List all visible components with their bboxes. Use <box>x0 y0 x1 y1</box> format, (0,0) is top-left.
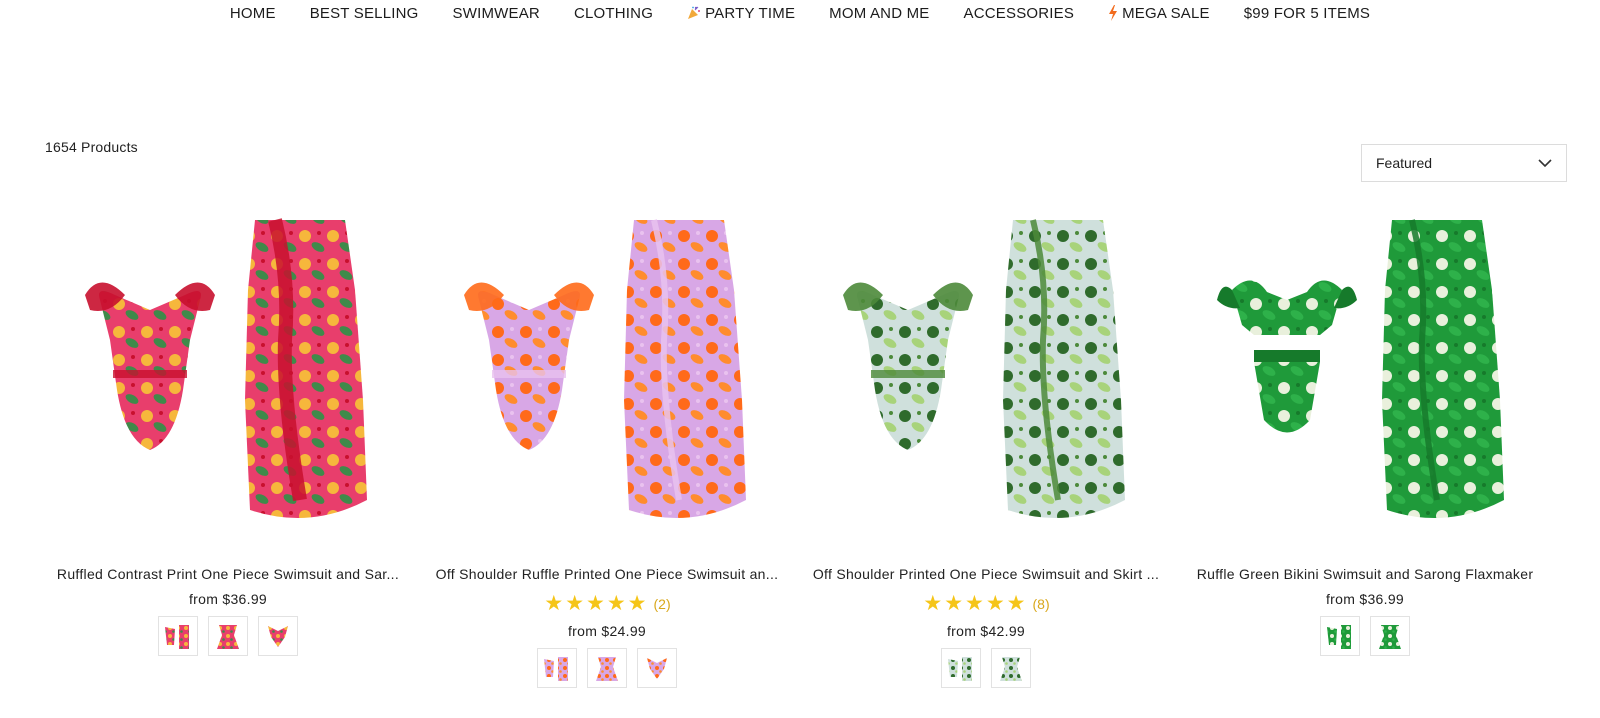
sort-selected-value: Featured <box>1376 155 1433 171</box>
review-count[interactable]: (2) <box>654 596 671 612</box>
product-title[interactable]: Ruffled Contrast Print One Piece Swimsui… <box>45 566 411 582</box>
product-image[interactable] <box>45 200 411 556</box>
variant-swatch[interactable] <box>991 648 1031 688</box>
product-card[interactable]: Ruffled Contrast Print One Piece Swimsui… <box>45 200 411 656</box>
nav-label: SWIMWEAR <box>452 4 540 22</box>
nav-label: ACCESSORIES <box>963 4 1075 22</box>
variant-swatch[interactable] <box>1320 616 1360 656</box>
sort-dropdown[interactable]: Featured <box>1361 144 1567 182</box>
chevron-down-icon <box>1538 158 1552 168</box>
nav-mega-sale[interactable]: MEGA SALE <box>1108 2 1210 24</box>
nav-mom-and-me[interactable]: MOM AND ME <box>829 2 929 24</box>
product-image[interactable] <box>803 200 1169 556</box>
variant-swatch[interactable] <box>941 648 981 688</box>
product-title[interactable]: Off Shoulder Ruffle Printed One Piece Sw… <box>424 566 790 582</box>
star-icon: ★ <box>544 592 564 615</box>
variant-swatches <box>1182 616 1548 656</box>
variant-swatch[interactable] <box>158 616 198 656</box>
product-card[interactable]: Ruffle Green Bikini Swimsuit and Sarong … <box>1182 200 1548 656</box>
nav-99-for-5-items[interactable]: $99 FOR 5 ITEMS <box>1244 2 1370 24</box>
variant-swatches <box>424 648 790 688</box>
party-popper-icon <box>687 6 701 20</box>
nav-home[interactable]: HOME <box>230 2 276 24</box>
product-title[interactable]: Ruffle Green Bikini Swimsuit and Sarong … <box>1182 566 1548 582</box>
star-icon: ★ <box>923 592 943 615</box>
product-rating: ★ ★ ★ ★ ★ (8) <box>803 592 1169 615</box>
nav-label: MOM AND ME <box>829 4 930 22</box>
star-icon: ★ <box>965 592 984 615</box>
nav-clothing[interactable]: CLOTHING <box>574 2 653 24</box>
product-rating: ★ ★ ★ ★ ★ (2) <box>424 592 790 615</box>
variant-swatch[interactable] <box>537 648 577 688</box>
nav-label: MEGA SALE <box>1122 4 1210 22</box>
star-icon: ★ <box>1006 592 1026 615</box>
product-price: from $24.99 <box>567 623 646 639</box>
variant-swatch[interactable] <box>258 616 298 656</box>
variant-swatch[interactable] <box>1370 616 1410 656</box>
product-price: from $36.99 <box>188 591 267 607</box>
product-card[interactable]: Off Shoulder Printed One Piece Swimsuit … <box>803 200 1169 688</box>
nav-label: BEST SELLING <box>309 4 419 22</box>
variant-swatch[interactable] <box>587 648 627 688</box>
product-title[interactable]: Off Shoulder Printed One Piece Swimsuit … <box>803 566 1169 582</box>
nav-party-time[interactable]: PARTY TIME <box>687 2 795 24</box>
nav-accessories[interactable]: ACCESSORIES <box>964 2 1075 24</box>
product-image[interactable] <box>424 200 790 556</box>
variant-swatch[interactable] <box>208 616 248 656</box>
product-image[interactable] <box>1182 200 1548 556</box>
star-icon: ★ <box>565 592 585 615</box>
nav-label: $99 FOR 5 ITEMS <box>1243 4 1371 22</box>
star-icon: ★ <box>627 592 647 615</box>
product-price: from $36.99 <box>1325 591 1404 607</box>
star-icon: ★ <box>586 592 605 615</box>
variant-swatches <box>45 616 411 656</box>
nav-label: HOME <box>229 4 276 22</box>
nav-label: CLOTHING <box>573 4 654 22</box>
nav-label: PARTY TIME <box>705 4 796 22</box>
nav-swimwear[interactable]: SWIMWEAR <box>453 2 540 24</box>
nav-best-selling[interactable]: BEST SELLING <box>310 2 419 24</box>
product-card[interactable]: Off Shoulder Ruffle Printed One Piece Sw… <box>424 200 790 688</box>
variant-swatches <box>803 648 1169 688</box>
review-count[interactable]: (8) <box>1033 596 1050 612</box>
variant-swatch[interactable] <box>637 648 677 688</box>
star-icon: ★ <box>944 592 964 615</box>
star-icon: ★ <box>985 592 1005 615</box>
product-price: from $42.99 <box>946 623 1025 639</box>
product-count: 1654 Products <box>45 139 138 155</box>
main-navigation: HOME BEST SELLING SWIMWEAR CLOTHING PART… <box>0 0 1600 26</box>
star-icon: ★ <box>606 592 626 615</box>
lightning-bolt-icon <box>1108 5 1118 21</box>
